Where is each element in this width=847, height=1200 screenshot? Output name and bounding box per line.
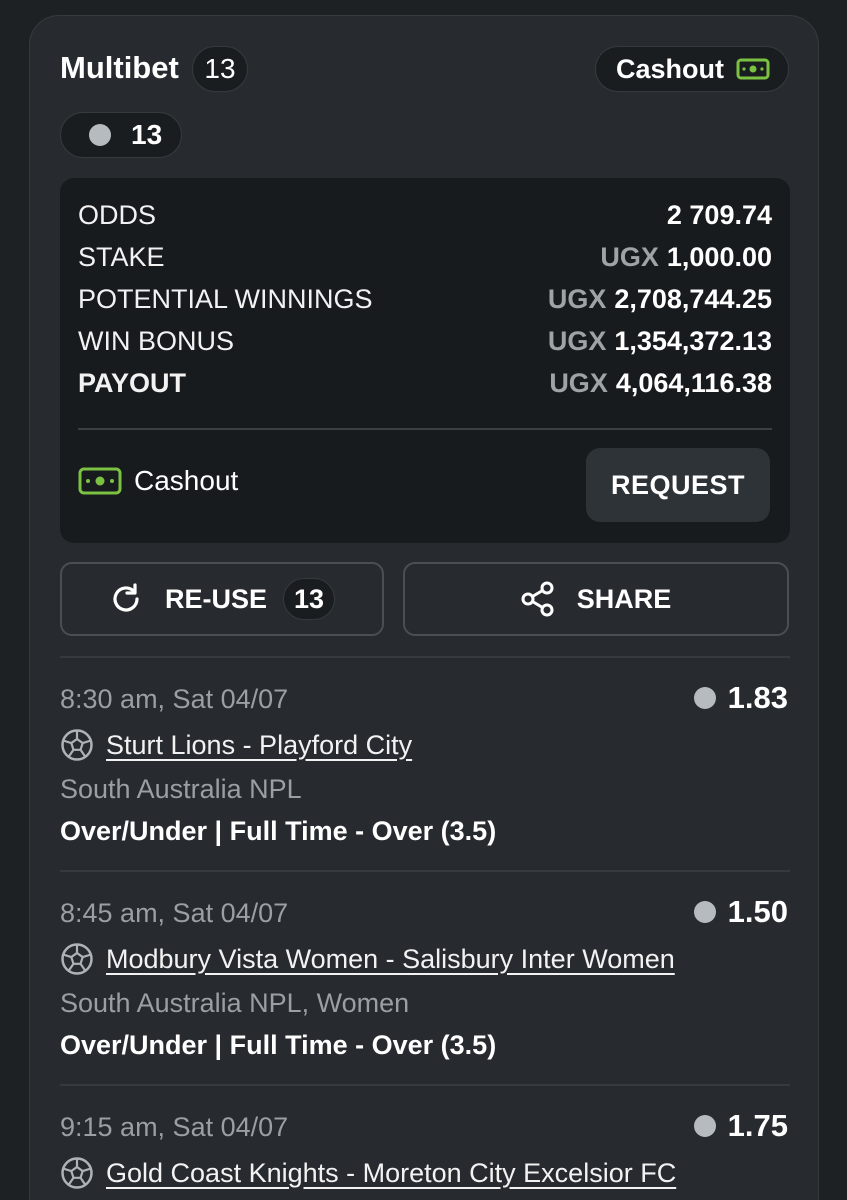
cash-icon bbox=[78, 467, 122, 495]
selection-league: South Australia NPL bbox=[60, 774, 302, 804]
multibet-card: Multibet 13 Cashout 13 ODDS 2 709.74 STA… bbox=[29, 15, 819, 1200]
reuse-count-badge: 13 bbox=[283, 578, 335, 620]
soccer-ball-icon bbox=[61, 943, 93, 975]
summary-row-win-bonus: WIN BONUS UGX 1,354,372.13 bbox=[78, 322, 772, 360]
selection-divider bbox=[60, 1084, 790, 1086]
selection-divider bbox=[60, 656, 790, 658]
summary-value: 2 709.74 bbox=[666, 199, 772, 230]
cashout-badge[interactable]: Cashout bbox=[595, 46, 789, 92]
summary-value: 1,354,372.13 bbox=[614, 325, 772, 356]
selection-count-badge: 13 bbox=[192, 46, 248, 92]
summary-currency: UGX bbox=[549, 367, 608, 398]
soccer-ball-icon bbox=[61, 1157, 93, 1189]
summary-row-stake: STAKE UGX 1,000.00 bbox=[78, 238, 772, 276]
summary-label: ODDS bbox=[78, 199, 157, 230]
summary-value: 1,000.00 bbox=[666, 241, 772, 272]
summary-value: 4,064,116.38 bbox=[615, 367, 772, 398]
summary-currency: UGX bbox=[547, 325, 607, 356]
status-dot-icon bbox=[693, 1115, 716, 1137]
summary-currency: UGX bbox=[547, 283, 607, 314]
selection-market: Over/Under | Full Time - Over (3.5) bbox=[60, 816, 497, 846]
bet-title: Multibet bbox=[60, 50, 179, 85]
summary-row-potential-winnings: POTENTIAL WINNINGS UGX 2,708,744.25 bbox=[78, 280, 772, 318]
cashout-row: Cashout bbox=[78, 465, 238, 497]
selection-match-link[interactable]: Gold Coast Knights - Moreton City Excels… bbox=[60, 1156, 676, 1190]
selection-match-name: Gold Coast Knights - Moreton City Excels… bbox=[106, 1157, 677, 1188]
cashout-badge-label: Cashout bbox=[616, 53, 724, 84]
share-icon bbox=[521, 581, 554, 617]
summary-label: WIN BONUS bbox=[78, 325, 235, 356]
refresh-icon bbox=[113, 583, 139, 612]
share-label: SHARE bbox=[576, 583, 672, 614]
summary-row-odds: ODDS 2 709.74 bbox=[78, 196, 772, 234]
selection-odds-value: 1.83 bbox=[727, 680, 788, 715]
summary-divider bbox=[78, 428, 772, 430]
summary-row-payout: PAYOUT UGX 4,064,116.38 bbox=[78, 364, 772, 402]
selection-divider bbox=[60, 870, 790, 872]
pending-count: 13 bbox=[131, 119, 163, 150]
selection-odds-value: 1.75 bbox=[727, 1108, 788, 1143]
soccer-ball-icon bbox=[61, 729, 93, 761]
status-dot-icon bbox=[89, 124, 111, 146]
selection-match-name: Modbury Vista Women - Salisbury Inter Wo… bbox=[106, 943, 675, 974]
status-dot-icon bbox=[693, 901, 716, 923]
summary-value: 2,708,744.25 bbox=[614, 283, 772, 314]
selection-odds: 1.50 bbox=[693, 894, 788, 930]
pending-status-pill: 13 bbox=[60, 112, 182, 158]
summary-label: POTENTIAL WINNINGS bbox=[78, 283, 373, 314]
selection-match-name: Sturt Lions - Playford City bbox=[106, 729, 413, 760]
selection-time: 8:30 am, Sat 04/07 bbox=[60, 684, 289, 714]
selection-time: 8:45 am, Sat 04/07 bbox=[60, 898, 289, 928]
selection-league: South Australia NPL, Women bbox=[60, 988, 410, 1018]
summary-label: PAYOUT bbox=[78, 367, 187, 398]
bet-summary-panel: ODDS 2 709.74 STAKE UGX 1,000.00 POTENTIA… bbox=[60, 178, 790, 543]
selection-match-link[interactable]: Sturt Lions - Playford City bbox=[60, 728, 412, 762]
selection-odds-value: 1.50 bbox=[727, 894, 788, 929]
selection-odds: 1.83 bbox=[693, 680, 788, 716]
reuse-button[interactable]: RE-USE 13 bbox=[60, 562, 384, 636]
selection-market: Over/Under | Full Time - Over (3.5) bbox=[60, 1030, 497, 1060]
reuse-label: RE-USE bbox=[164, 583, 267, 614]
summary-label: STAKE bbox=[78, 241, 165, 272]
status-dot-icon bbox=[693, 687, 716, 709]
summary-currency: UGX bbox=[600, 241, 659, 272]
selection-odds: 1.75 bbox=[693, 1108, 788, 1144]
selection-time: 9:15 am, Sat 04/07 bbox=[60, 1112, 289, 1142]
cash-icon bbox=[736, 58, 770, 80]
cashout-label: Cashout bbox=[134, 465, 239, 496]
request-cashout-button[interactable]: REQUEST bbox=[586, 448, 770, 522]
selection-match-link[interactable]: Modbury Vista Women - Salisbury Inter Wo… bbox=[60, 942, 675, 976]
share-button[interactable]: SHARE bbox=[403, 562, 789, 636]
